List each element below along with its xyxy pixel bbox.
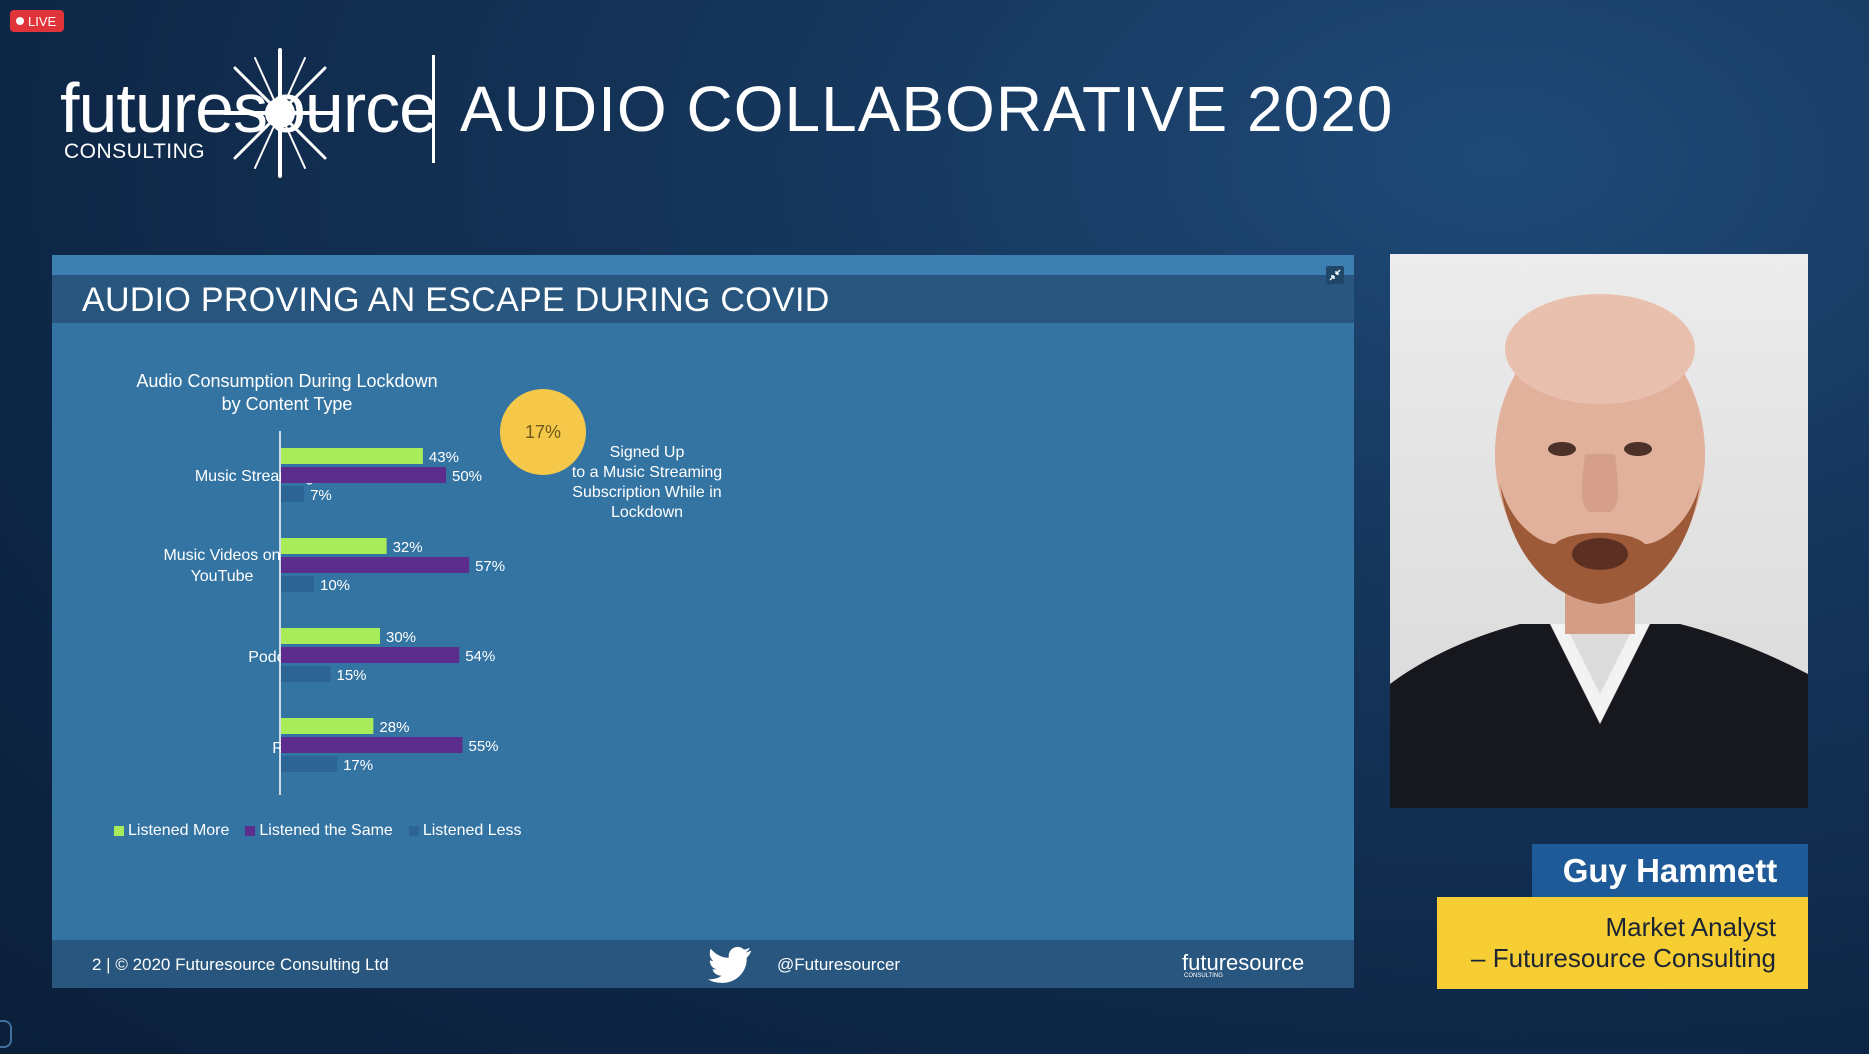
futuresource-logo: futuresource CONSULTING bbox=[60, 48, 438, 178]
bar-value-label: 17% bbox=[343, 757, 373, 774]
legend-label: Listened More bbox=[128, 822, 230, 839]
logo-subtitle: CONSULTING bbox=[64, 140, 206, 163]
footer-logo: futuresource CONSULTING bbox=[1182, 946, 1322, 982]
legend-item: Listened Less bbox=[408, 822, 522, 840]
footer-logo-subtitle: CONSULTING bbox=[1184, 973, 1223, 979]
bar bbox=[281, 718, 374, 734]
bar bbox=[281, 467, 446, 483]
role-line: Market Analyst bbox=[1605, 912, 1776, 942]
bar bbox=[281, 647, 460, 663]
legend-item: Listened More bbox=[114, 822, 229, 840]
bar-value-label: 15% bbox=[337, 667, 367, 684]
bar bbox=[281, 557, 470, 573]
presentation-slide: AUDIO PROVING AN ESCAPE DURING COVID Aud… bbox=[52, 255, 1354, 988]
bar bbox=[281, 666, 331, 682]
legend-swatch bbox=[245, 826, 256, 836]
header-divider bbox=[432, 55, 435, 163]
collapse-button[interactable] bbox=[1326, 266, 1344, 284]
bar-value-label: 10% bbox=[320, 577, 350, 594]
presenter-silhouette bbox=[1390, 294, 1808, 808]
presenter-role: Market Analyst – Futuresource Consulting bbox=[1437, 897, 1808, 989]
corner-tab[interactable] bbox=[0, 1020, 12, 1048]
bar-value-label: 55% bbox=[469, 738, 499, 755]
bar-value-label: 7% bbox=[310, 487, 332, 504]
callout-line: Lockdown bbox=[610, 504, 684, 521]
callout-line: to a Music Streaming bbox=[571, 464, 723, 481]
callout-line: Signed Up bbox=[609, 444, 685, 461]
bar bbox=[281, 756, 338, 772]
footer-copyright: 2 | © 2020 Futuresource Consulting Ltd bbox=[92, 955, 389, 974]
bar-chart: 43% 50% 7% 32% 57% 10% 30% 54% 15% 28% 55% 17% bbox=[279, 431, 505, 795]
legend-swatch bbox=[408, 826, 419, 836]
bar bbox=[281, 486, 305, 502]
bar bbox=[281, 628, 380, 644]
slide-footer: 2 | © 2020 Futuresource Consulting Ltd @… bbox=[52, 940, 1354, 988]
callout-line: Subscription While in bbox=[572, 484, 722, 501]
legend-item: Listened the Same bbox=[245, 822, 393, 840]
bar-value-label: 28% bbox=[379, 719, 409, 736]
legend-label: Listened Less bbox=[422, 822, 522, 839]
twitter-handle: @Futuresourcer bbox=[777, 955, 901, 974]
live-label: LIVE bbox=[28, 13, 57, 29]
bar-value-label: 43% bbox=[429, 449, 459, 466]
legend-swatch bbox=[114, 826, 124, 836]
twitter-bird-icon bbox=[708, 946, 752, 983]
live-dot-icon bbox=[16, 17, 24, 25]
starburst-icon bbox=[223, 48, 337, 178]
bar-value-label: 30% bbox=[386, 629, 416, 646]
bar bbox=[281, 576, 314, 592]
bar-value-label: 54% bbox=[465, 648, 495, 665]
legend-label: Listened the Same bbox=[259, 822, 393, 839]
bar bbox=[281, 448, 423, 464]
event-title: AUDIO COLLABORATIVE 2020 bbox=[460, 73, 1394, 145]
bar-value-label: 57% bbox=[475, 558, 505, 575]
chart-legend: Listened More Listened the Same Listened… bbox=[114, 822, 522, 840]
collapse-icon bbox=[1329, 269, 1341, 281]
role-line: – Futuresource Consulting bbox=[1471, 943, 1776, 973]
presenter-name: Guy Hammett bbox=[1532, 844, 1808, 897]
presenter-video bbox=[1390, 254, 1808, 808]
bar-value-label: 50% bbox=[452, 468, 482, 485]
bar bbox=[281, 737, 463, 753]
bar bbox=[281, 538, 387, 554]
live-badge: LIVE bbox=[10, 10, 65, 32]
bar-value-label: 32% bbox=[393, 539, 423, 556]
callout-note: Signed Up to a Music Streaming Subscript… bbox=[552, 443, 742, 523]
